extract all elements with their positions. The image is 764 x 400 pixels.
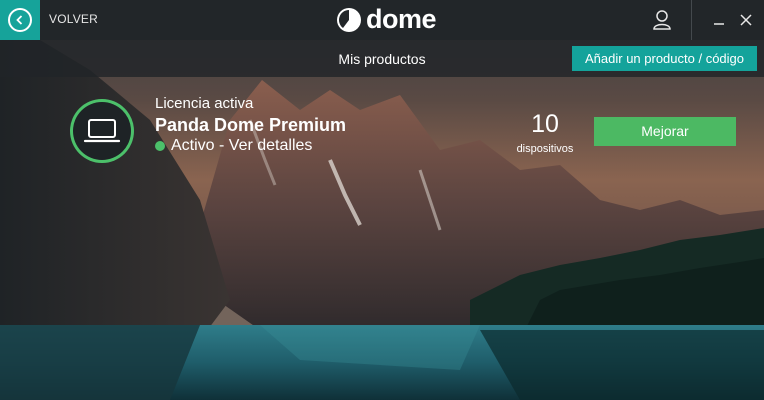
close-icon [740,14,752,26]
title-bar: VOLVER dome [0,0,764,40]
window-divider [691,0,692,40]
add-product-button[interactable]: Añadir un producto / código [572,46,757,71]
minimize-icon [714,23,724,25]
back-button[interactable] [0,0,40,40]
product-name: Panda Dome Premium [155,115,347,135]
view-details-link[interactable]: Activo - Ver detalles [171,137,312,155]
laptop-icon [83,119,121,143]
product-status[interactable]: Activo - Ver detalles [155,137,312,155]
panda-dome-logo: dome [336,3,437,36]
minimize-button[interactable] [704,0,734,40]
user-icon [653,10,671,30]
devices-count: 10 [531,110,559,138]
license-status: Licencia activa [155,95,254,112]
back-arrow-icon [8,8,32,32]
devices-label: dispositivos [516,143,574,155]
user-account-button[interactable] [632,0,692,40]
back-label[interactable]: VOLVER [49,12,98,26]
logo-text: dome [366,3,437,34]
status-dot-icon [155,141,165,151]
close-button[interactable] [731,0,761,40]
panda-logo-icon [337,8,361,32]
product-icon-badge [70,99,134,163]
upgrade-button[interactable]: Mejorar [594,117,736,146]
